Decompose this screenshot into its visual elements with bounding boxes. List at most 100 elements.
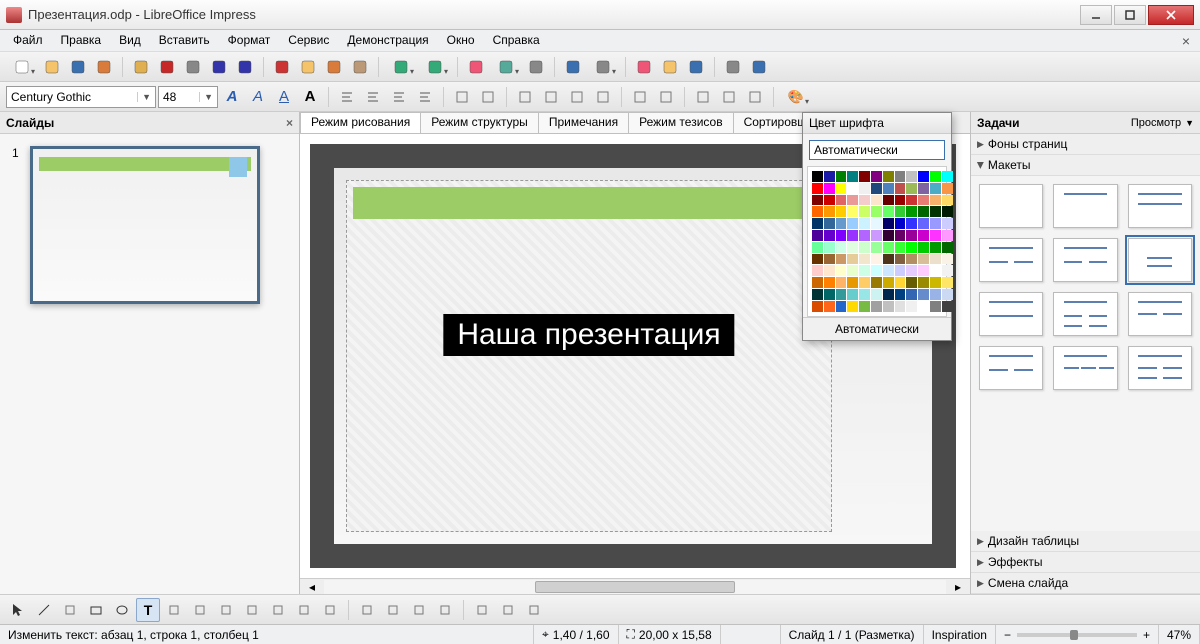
indent-right-button[interactable] [539, 85, 563, 109]
move-down-button[interactable] [591, 85, 615, 109]
color-swatch[interactable] [918, 301, 929, 312]
char-button[interactable] [691, 85, 715, 109]
color-swatch[interactable] [930, 206, 941, 217]
rotate-tool[interactable] [470, 598, 494, 622]
layout-option-6[interactable] [1128, 238, 1192, 282]
color-swatch[interactable] [906, 230, 917, 241]
color-swatch[interactable] [871, 265, 882, 276]
color-swatch[interactable] [942, 218, 953, 229]
grid-button[interactable] [721, 55, 745, 79]
list-opts-button[interactable] [743, 85, 767, 109]
color-swatch[interactable] [812, 265, 823, 276]
color-swatch[interactable] [883, 254, 894, 265]
color-swatch[interactable] [812, 183, 823, 194]
section-master-pages[interactable]: ▶Фоны страниц [971, 134, 1200, 155]
layout-option-1[interactable] [979, 184, 1043, 228]
close-document-button[interactable]: × [1176, 30, 1196, 51]
line-end-tool[interactable] [58, 598, 82, 622]
color-swatch[interactable] [859, 289, 870, 300]
brush-button[interactable] [348, 55, 372, 79]
color-swatch[interactable] [847, 183, 858, 194]
color-auto-button[interactable]: Автоматически [803, 317, 951, 340]
layout-option-2[interactable] [1053, 184, 1117, 228]
color-swatch[interactable] [906, 254, 917, 265]
color-swatch[interactable] [824, 289, 835, 300]
menu-tools[interactable]: Сервис [279, 30, 338, 51]
list1-button[interactable] [450, 85, 474, 109]
color-swatch[interactable] [812, 277, 823, 288]
color-swatch[interactable] [883, 289, 894, 300]
zoom-slider[interactable] [1017, 633, 1137, 637]
color-swatch[interactable] [942, 289, 953, 300]
color-swatch[interactable] [942, 254, 953, 265]
cut-button[interactable] [270, 55, 294, 79]
color-swatch[interactable] [918, 265, 929, 276]
color-swatch[interactable] [906, 277, 917, 288]
color-swatch[interactable] [942, 171, 953, 182]
color-swatch[interactable] [812, 195, 823, 206]
color-swatch[interactable] [859, 277, 870, 288]
zoom-in-icon[interactable]: + [1143, 628, 1150, 642]
text-frame[interactable]: Наша презентация [346, 180, 832, 532]
layout-option-12[interactable] [1128, 346, 1192, 390]
layout-option-4[interactable] [979, 238, 1043, 282]
font-size-combo[interactable]: 48 ▼ [158, 86, 218, 108]
list2-button[interactable] [476, 85, 500, 109]
color-swatch[interactable] [812, 218, 823, 229]
color-swatch[interactable] [918, 171, 929, 182]
indent-left-button[interactable] [513, 85, 537, 109]
color-swatch[interactable] [930, 183, 941, 194]
color-swatch[interactable] [824, 183, 835, 194]
color-swatch[interactable] [883, 171, 894, 182]
zoom-value[interactable]: 47% [1159, 625, 1200, 644]
color-swatch[interactable] [812, 301, 823, 312]
color-swatch[interactable] [836, 277, 847, 288]
connector-tool[interactable] [188, 598, 212, 622]
super-button[interactable] [654, 85, 678, 109]
menu-slideshow[interactable]: Демонстрация [338, 30, 437, 51]
color-swatch[interactable] [836, 183, 847, 194]
color-swatch[interactable] [918, 254, 929, 265]
save-button[interactable] [66, 55, 90, 79]
color-swatch[interactable] [859, 218, 870, 229]
undo-button[interactable] [385, 55, 417, 79]
pointer-tool[interactable] [6, 598, 30, 622]
color-swatch[interactable] [895, 301, 906, 312]
font-color-button[interactable]: 🎨 [780, 85, 812, 109]
color-swatch[interactable] [930, 218, 941, 229]
arrow-tool[interactable] [266, 598, 290, 622]
glue-tool[interactable] [381, 598, 405, 622]
color-swatch[interactable] [895, 242, 906, 253]
color-swatch[interactable] [836, 254, 847, 265]
ellipse-tool[interactable] [110, 598, 134, 622]
color-swatch[interactable] [824, 218, 835, 229]
color-swatch[interactable] [847, 230, 858, 241]
layout-option-11[interactable] [1053, 346, 1117, 390]
color-swatch[interactable] [859, 301, 870, 312]
bold-A-button[interactable]: A [220, 85, 244, 109]
color-swatch[interactable] [871, 277, 882, 288]
color-swatch[interactable] [930, 171, 941, 182]
align-right-button[interactable] [387, 85, 411, 109]
menu-insert[interactable]: Вставить [150, 30, 219, 51]
color-swatch[interactable] [824, 265, 835, 276]
tab-drawing[interactable]: Режим рисования [300, 112, 421, 133]
color-swatch[interactable] [824, 277, 835, 288]
color-swatch[interactable] [930, 289, 941, 300]
color-swatch[interactable] [871, 183, 882, 194]
color-swatch[interactable] [847, 218, 858, 229]
color-swatch[interactable] [942, 183, 953, 194]
move-up-button[interactable] [565, 85, 589, 109]
color-swatch[interactable] [847, 254, 858, 265]
edit-button[interactable] [129, 55, 153, 79]
color-swatch[interactable] [871, 289, 882, 300]
tab-notes[interactable]: Примечания [538, 112, 629, 133]
new-doc-button[interactable] [6, 55, 38, 79]
color-swatch[interactable] [906, 289, 917, 300]
sub-button[interactable] [628, 85, 652, 109]
color-swatch[interactable] [871, 254, 882, 265]
color-swatch[interactable] [906, 242, 917, 253]
section-transition[interactable]: ▶Смена слайда [971, 573, 1200, 594]
layout-option-8[interactable] [1053, 292, 1117, 336]
color-swatch[interactable] [918, 230, 929, 241]
